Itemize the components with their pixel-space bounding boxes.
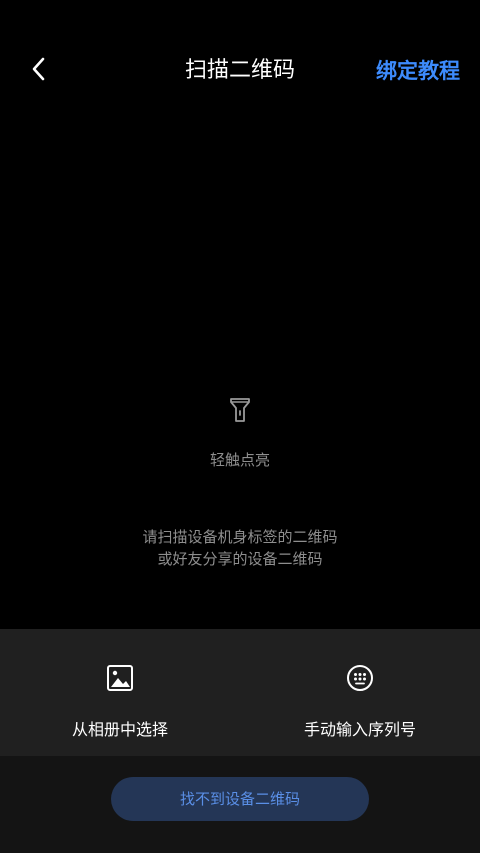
choose-from-album-label: 从相册中选择: [71, 720, 168, 739]
scan-hint-line-2: 或好友分享的设备二维码: [157, 550, 323, 568]
scan-hint: 请扫描设备机身标签的二维码 或好友分享的设备二维码: [0, 526, 480, 570]
footer: 找不到设备二维码: [0, 756, 480, 853]
image-icon: [107, 665, 133, 691]
flashlight-toggle[interactable]: 轻触点亮: [0, 396, 480, 470]
cannot-find-qr-button[interactable]: 找不到设备二维码: [111, 777, 369, 821]
manual-serial-input-label: 手动输入序列号: [303, 720, 416, 739]
flashlight-label: 轻触点亮: [209, 451, 270, 469]
scan-hint-line-1: 请扫描设备机身标签的二维码: [142, 528, 338, 546]
manual-serial-input-button[interactable]: 手动输入序列号: [240, 629, 480, 756]
flashlight-icon: [230, 398, 250, 422]
choose-from-album-button[interactable]: 从相册中选择: [0, 629, 240, 756]
action-panel: 从相册中选择 手动输入序列号: [0, 629, 480, 756]
top-bar: 扫描二维码 绑定教程: [0, 0, 480, 140]
keypad-icon: [347, 665, 373, 691]
binding-tutorial-link[interactable]: 绑定教程: [376, 56, 460, 86]
